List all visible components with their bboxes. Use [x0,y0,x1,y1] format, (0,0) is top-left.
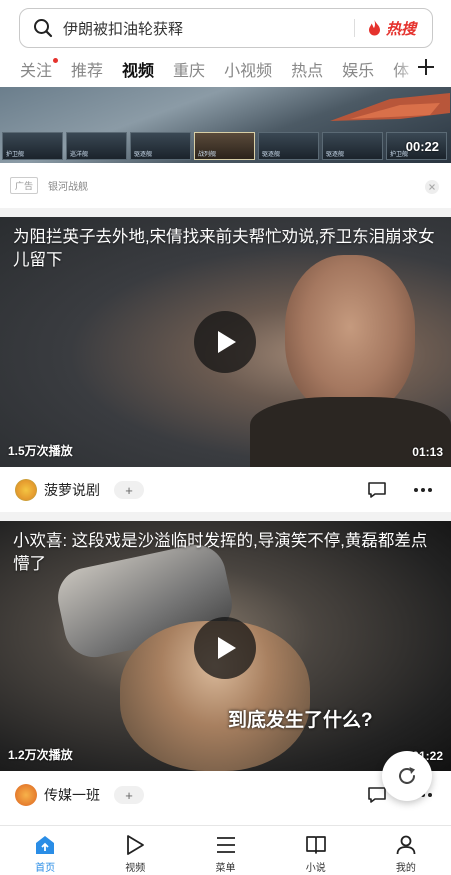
play-button[interactable] [194,311,256,373]
ad-video-banner[interactable]: 护卫舰 巡洋舰 驱逐舰 战列舰 驱逐舰 驱逐舰 护卫舰 00:22 [0,87,451,163]
more-icon[interactable] [413,487,433,493]
tab-short-video[interactable]: 小视频 [224,57,272,81]
tab-video[interactable]: 视频 [122,57,154,81]
ad-tag: 广告 [10,177,39,194]
follow-button[interactable]: + [114,481,144,499]
ad-card-label: 驱逐舰 [326,152,345,158]
tab-chongqing[interactable]: 重庆 [173,57,205,81]
user-icon [396,835,416,855]
hot-search-label: 热搜 [385,20,416,38]
author-row-1: 菠萝说剧 + [0,468,451,512]
nav-video[interactable]: 视频 [90,826,180,875]
menu-icon [216,837,235,853]
video-thumbnail-figure [285,255,415,415]
close-icon [429,184,435,190]
avatar[interactable] [15,784,37,806]
nav-label: 首页 [35,863,56,874]
nav-profile[interactable]: 我的 [361,826,451,875]
ad-card-label: 护卫舰 [6,152,25,158]
add-channel-icon[interactable] [417,58,435,76]
bottom-nav: 首页 视频 菜单 小说 我的 [0,825,451,875]
tab-follow[interactable]: 关注 [20,57,59,81]
follow-button[interactable]: + [114,786,144,804]
nav-home[interactable]: 首页 [0,826,90,875]
comment-icon[interactable] [367,480,387,500]
play-count: 1.5万次播放 [8,444,73,458]
ad-card-label: 驱逐舰 [134,152,153,158]
ad-card: 驱逐舰 [322,132,383,160]
ad-duration: 00:22 [405,139,439,154]
comment-icon[interactable] [367,785,387,805]
video-title: 小欢喜: 这段戏是沙溢临时发挥的,导演笑不停,黄磊都差点懵了 [13,532,428,573]
video-duration: 01:13 [412,445,443,459]
hot-search-button[interactable]: 热搜 [367,18,416,39]
refresh-icon [399,767,415,784]
feed-divider [0,512,451,521]
search-divider [353,19,355,37]
play-count: 1.2万次播放 [8,748,73,762]
home-icon [36,836,55,854]
ad-card-label: 驱逐舰 [262,152,281,158]
tab-hot[interactable]: 热点 [291,57,323,81]
video-card-1[interactable]: 为阻拦英子去外地,宋倩找来前夫帮忙劝说,乔卫东泪崩求女儿留下 1.5万次播放 0… [0,217,451,467]
ad-card: 战列舰 [194,132,255,160]
tab-label: 关注 [20,63,53,80]
video-title: 为阻拦英子去外地,宋倩找来前夫帮忙劝说,乔卫东泪崩求女儿留下 [13,228,435,269]
ad-card: 护卫舰 [2,132,63,160]
play-icon [218,637,236,659]
new-dot [53,58,59,63]
search-icon [34,19,53,38]
ad-meta-row: 广告 银河战舰 [0,163,451,208]
search-query[interactable]: 伊朗被扣油轮获释 [63,18,354,39]
ad-card: 巡洋舰 [66,132,127,160]
flame-icon [368,20,380,36]
ad-close-button[interactable] [425,180,439,194]
ad-name[interactable]: 银河战舰 [48,178,88,193]
ad-card: 驱逐舰 [130,132,191,160]
nav-label: 我的 [395,863,416,874]
ad-ship-cards: 护卫舰 巡洋舰 驱逐舰 战列舰 驱逐舰 驱逐舰 护卫舰 [2,132,447,160]
book-icon [305,836,326,854]
refresh-button[interactable] [382,751,432,801]
video-caption: 到底发生了什么? [228,710,373,731]
play-button[interactable] [194,617,256,679]
search-bar[interactable]: 伊朗被扣油轮获释 热搜 [19,8,433,48]
ad-card-label: 巡洋舰 [70,152,89,158]
tab-entertainment[interactable]: 娱乐 [342,57,374,81]
author-name[interactable]: 菠萝说剧 [44,480,100,500]
play-icon [127,835,145,855]
nav-label: 视频 [125,863,146,874]
nav-label: 小说 [305,863,326,874]
avatar[interactable] [15,479,37,501]
tab-recommend[interactable]: 推荐 [71,57,103,81]
video-card-2[interactable]: 小欢喜: 这段戏是沙溢临时发挥的,导演笑不停,黄磊都差点懵了 到底发生了什么? … [0,521,451,771]
spaceship-graphic [330,93,450,121]
nav-menu[interactable]: 菜单 [180,826,270,875]
play-icon [218,331,236,353]
nav-novel[interactable]: 小说 [271,826,361,875]
nav-label: 菜单 [215,863,236,874]
ad-card-label: 战列舰 [198,152,217,158]
ad-card: 驱逐舰 [258,132,319,160]
channel-tabs: 关注 推荐 视频 重庆 小视频 热点 娱乐 体 [0,52,451,86]
feed-divider [0,208,451,217]
author-name[interactable]: 传媒一班 [44,785,100,805]
